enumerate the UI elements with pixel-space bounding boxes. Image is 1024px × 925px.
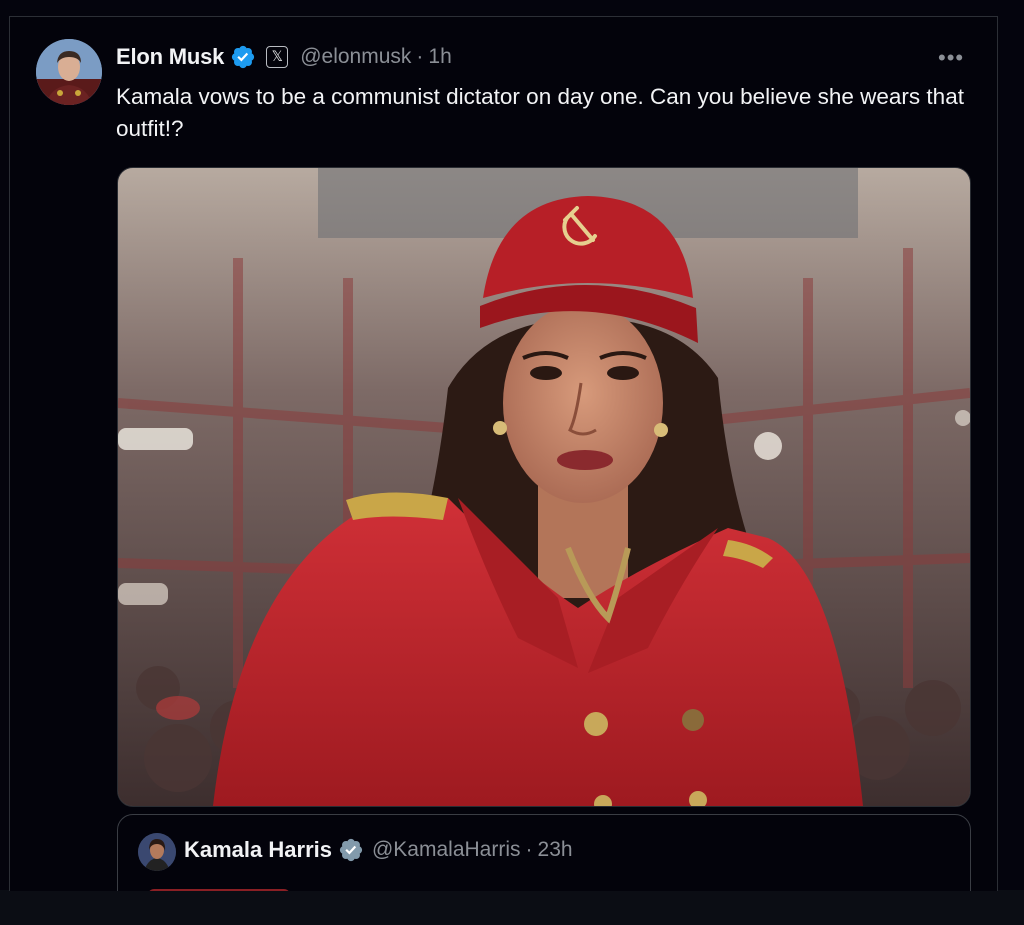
- author-avatar[interactable]: [36, 39, 102, 105]
- separator-dot: ·: [416, 45, 424, 68]
- bottom-strip: [0, 890, 1024, 925]
- x-logo-icon[interactable]: 𝕏: [266, 46, 289, 68]
- quoted-tweet-header: Kamala Harris @KamalaHarris · 23h: [184, 837, 573, 863]
- quoted-author-name[interactable]: Kamala Harris: [184, 837, 332, 863]
- more-options-icon[interactable]: •••: [938, 45, 964, 71]
- tweet-image[interactable]: [117, 167, 971, 807]
- verified-badge-icon[interactable]: [230, 44, 256, 70]
- tweet-timestamp[interactable]: 1h: [428, 45, 451, 69]
- author-handle[interactable]: @elonmusk: [300, 45, 411, 69]
- quoted-author-avatar[interactable]: [138, 833, 176, 871]
- quoted-media-preview[interactable]: [148, 889, 290, 891]
- quoted-author-handle[interactable]: @KamalaHarris: [372, 838, 521, 862]
- verified-badge-icon[interactable]: [338, 837, 364, 863]
- tweet-header: Elon Musk 𝕏 @elonmusk · 1h: [116, 42, 452, 72]
- tweet-card[interactable]: Elon Musk 𝕏 @elonmusk · 1h ••• Kamala vo…: [9, 16, 998, 891]
- separator-dot: ·: [525, 838, 533, 861]
- author-name[interactable]: Elon Musk: [116, 44, 224, 70]
- tweet-text: Kamala vows to be a communist dictator o…: [116, 84, 964, 141]
- quoted-tweet[interactable]: Kamala Harris @KamalaHarris · 23h: [117, 814, 971, 891]
- quoted-tweet-timestamp[interactable]: 23h: [538, 838, 573, 862]
